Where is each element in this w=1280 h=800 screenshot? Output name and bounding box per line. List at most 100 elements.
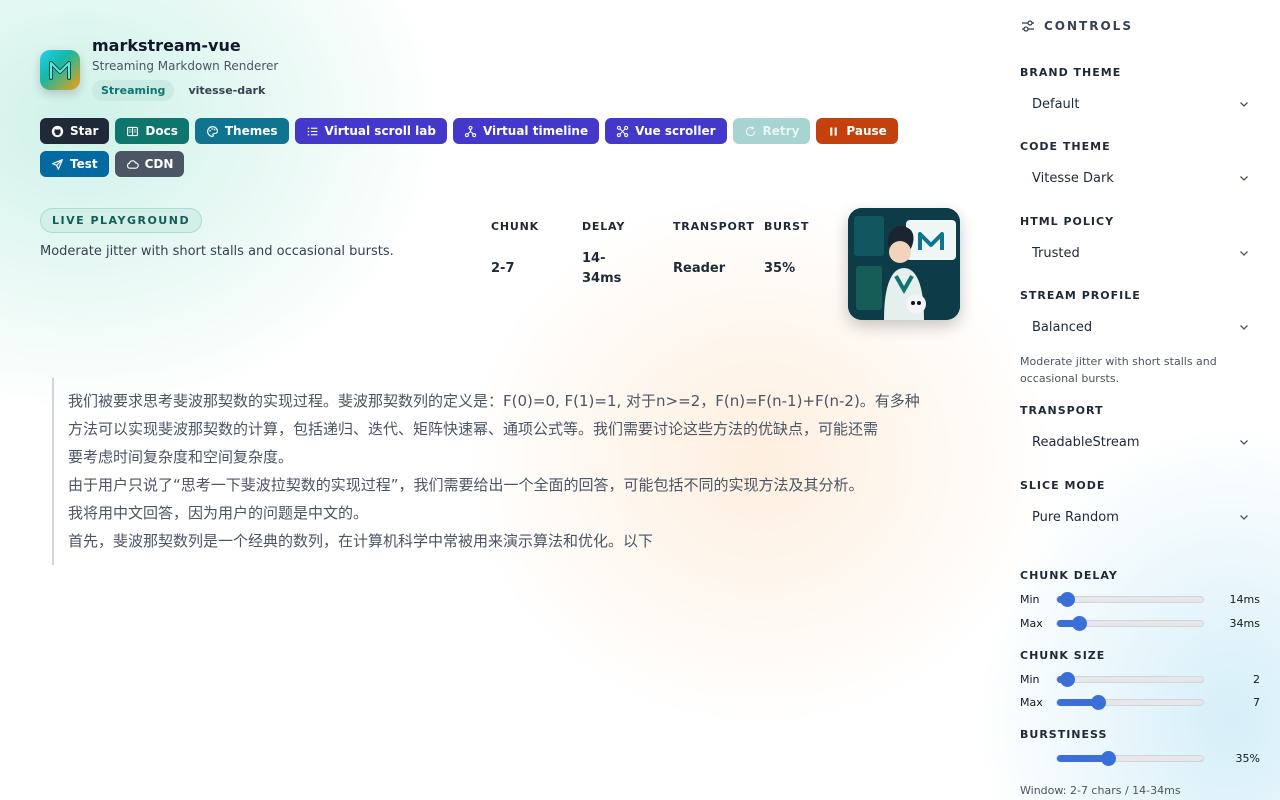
chunk-delay-max-label: Max — [1020, 616, 1043, 630]
send-icon — [52, 158, 63, 170]
stat-transport-value: Reader — [673, 261, 726, 276]
slider-thumb[interactable] — [1060, 671, 1075, 687]
docs-button-label: Docs — [145, 124, 178, 138]
chunk-size-min-row: Min 2 — [1020, 671, 1260, 687]
slice-mode-select[interactable]: Pure Random — [1020, 502, 1260, 532]
themes-button[interactable]: Themes — [194, 118, 289, 144]
palette-icon — [207, 125, 218, 137]
slider-thumb[interactable] — [1060, 591, 1075, 607]
vue-scroller-label: Vue scroller — [635, 124, 716, 138]
app-header: markstream-vue Streaming Markdown Render… — [40, 36, 278, 101]
burstiness-row: 35% — [1020, 750, 1260, 766]
chunk-delay-min-label: Min — [1020, 592, 1040, 606]
test-button[interactable]: Test — [40, 151, 109, 177]
hero-illustration — [848, 208, 960, 320]
brand-theme-value: Default — [1032, 96, 1080, 112]
live-playground-badge: LIVE PLAYGROUND — [40, 208, 203, 233]
list-icon — [307, 126, 317, 136]
stream-profile-label: STREAM PROFILE — [1020, 289, 1141, 302]
chunk-size-max-slider[interactable] — [1056, 694, 1204, 710]
chevron-down-icon — [1240, 515, 1248, 520]
app-logo — [40, 50, 80, 90]
chunk-size-label: CHUNK SIZE — [1020, 649, 1106, 662]
controls-heading: CONTROLS — [1020, 18, 1133, 34]
chevron-down-icon — [1240, 102, 1248, 107]
scatter-icon — [616, 125, 629, 137]
code-theme-value: Vitesse Dark — [1032, 170, 1114, 186]
stream-line: 我将用中文回答，因为用户的问题是中文的。 — [68, 504, 369, 522]
mascot-illustration-icon — [848, 208, 960, 320]
burstiness-slider[interactable] — [1056, 750, 1204, 766]
burstiness-value: 35% — [1235, 751, 1260, 765]
stat-delay-value: 14-34ms — [582, 251, 622, 286]
stat-chunk-label: CHUNK — [491, 220, 539, 233]
cloud-icon — [126, 159, 139, 169]
html-policy-label: HTML POLICY — [1020, 215, 1115, 228]
chunk-delay-label: CHUNK DELAY — [1020, 569, 1118, 582]
stat-chunk-value: 2-7 — [491, 261, 515, 276]
controls-heading-label: CONTROLS — [1044, 19, 1133, 33]
streaming-status-badge: Streaming — [92, 80, 175, 101]
slider-thumb[interactable] — [1072, 615, 1087, 631]
vue-scroller-button[interactable]: Vue scroller — [605, 118, 727, 144]
stat-burst: BURST 35% — [764, 220, 854, 279]
chevron-down-icon — [1240, 176, 1248, 181]
stream-line: 由于用户只说了“思考一下斐波拉契数的实现过程”，我们需要给出一个全面的回答，可能… — [68, 476, 864, 494]
stream-profile-select[interactable]: Balanced — [1020, 312, 1260, 342]
cdn-button-label: CDN — [144, 157, 174, 171]
chevron-down-icon — [1240, 251, 1248, 256]
stream-profile-note: Moderate jitter with short stalls and oc… — [1020, 355, 1217, 385]
slider-thumb[interactable] — [1091, 694, 1106, 710]
star-button[interactable]: Star — [40, 118, 110, 144]
chunk-delay-min-value: 14ms — [1229, 592, 1260, 606]
brand-theme-label: BRAND THEME — [1020, 66, 1122, 79]
stream-profile-value: Balanced — [1032, 319, 1093, 335]
html-policy-select[interactable]: Trusted — [1020, 238, 1260, 268]
refresh-icon — [745, 125, 755, 136]
pause-button-label: Pause — [846, 124, 887, 138]
book-icon — [127, 126, 139, 136]
app-title: markstream-vue — [92, 36, 241, 55]
sliders-icon — [1022, 20, 1034, 32]
slice-mode-label: SLICE MODE — [1020, 479, 1106, 492]
stream-line: 要考虑时间复杂度和空间复杂度。 — [68, 448, 294, 466]
toolbar: Star Docs Themes Virtual scroll lab Virt… — [40, 118, 940, 177]
stream-line: 首先，斐波那契数列是一个经典的数列，在计算机科学中常被用来演示算法和优化。以下 — [68, 532, 654, 550]
stat-transport-label: TRANSPORT — [673, 220, 755, 233]
chunk-delay-min-slider[interactable] — [1056, 591, 1204, 607]
slice-mode-value: Pure Random — [1032, 509, 1119, 525]
retry-button-label: Retry — [762, 124, 800, 138]
code-theme-select[interactable]: Vitesse Dark — [1020, 163, 1260, 193]
stat-transport: TRANSPORT Reader — [673, 220, 763, 279]
html-policy-value: Trusted — [1032, 245, 1080, 261]
github-icon — [51, 125, 64, 137]
chevron-down-icon — [1240, 440, 1248, 445]
code-theme-label: CODE THEME — [1020, 140, 1111, 153]
virtual-scroll-lab-label: Virtual scroll lab — [324, 124, 436, 138]
chunk-size-max-value: 7 — [1253, 695, 1260, 709]
docs-button[interactable]: Docs — [115, 118, 189, 144]
brand-theme-select[interactable]: Default — [1020, 89, 1260, 119]
test-button-label: Test — [70, 157, 98, 171]
chunk-size-max-row: Max 7 — [1020, 694, 1260, 710]
stat-delay-label: DELAY — [582, 220, 626, 233]
chunk-delay-min-row: Min 14ms — [1020, 591, 1260, 607]
chunk-size-min-slider[interactable] — [1056, 671, 1204, 687]
stat-burst-value: 35% — [764, 261, 796, 276]
chunk-size-max-label: Max — [1020, 695, 1043, 709]
streamed-markdown-output: 我们被要求思考斐波那契数的实现过程。斐波那契数列的定义是：F(0)=0, F(1… — [52, 378, 932, 565]
markstream-logo-icon — [49, 61, 71, 80]
chunk-delay-max-slider[interactable] — [1056, 615, 1204, 631]
virtual-timeline-button[interactable]: Virtual timeline — [452, 118, 600, 144]
playground-description: Moderate jitter with short stalls and oc… — [40, 244, 394, 259]
pause-button[interactable]: Pause — [816, 118, 898, 144]
slider-thumb[interactable] — [1101, 750, 1116, 766]
transport-select[interactable]: ReadableStream — [1020, 427, 1260, 457]
pause-icon — [830, 126, 838, 136]
cdn-button[interactable]: CDN — [114, 151, 185, 177]
chunk-delay-max-value: 34ms — [1229, 616, 1260, 630]
transport-value: ReadableStream — [1032, 434, 1140, 450]
app-subtitle: Streaming Markdown Renderer — [92, 59, 279, 73]
virtual-scroll-lab-button[interactable]: Virtual scroll lab — [294, 118, 447, 144]
retry-button[interactable]: Retry — [732, 118, 811, 144]
